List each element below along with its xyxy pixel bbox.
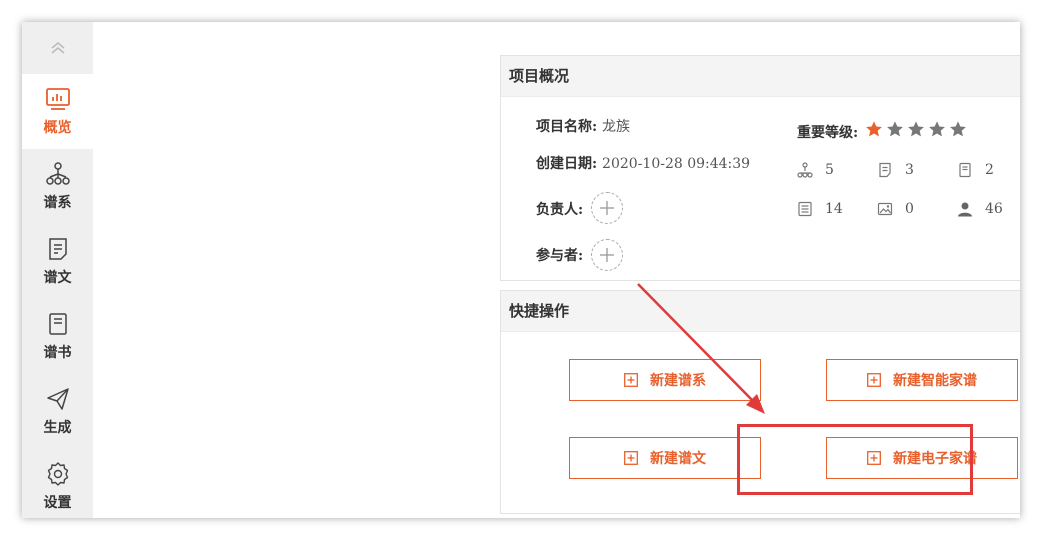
app-window: 概览 谱系 谱文 谱书 生成 设置 项目概况 项目名称: 龙族 创建日期: 20… [22,22,1020,518]
annotation-arrow [637,283,765,414]
